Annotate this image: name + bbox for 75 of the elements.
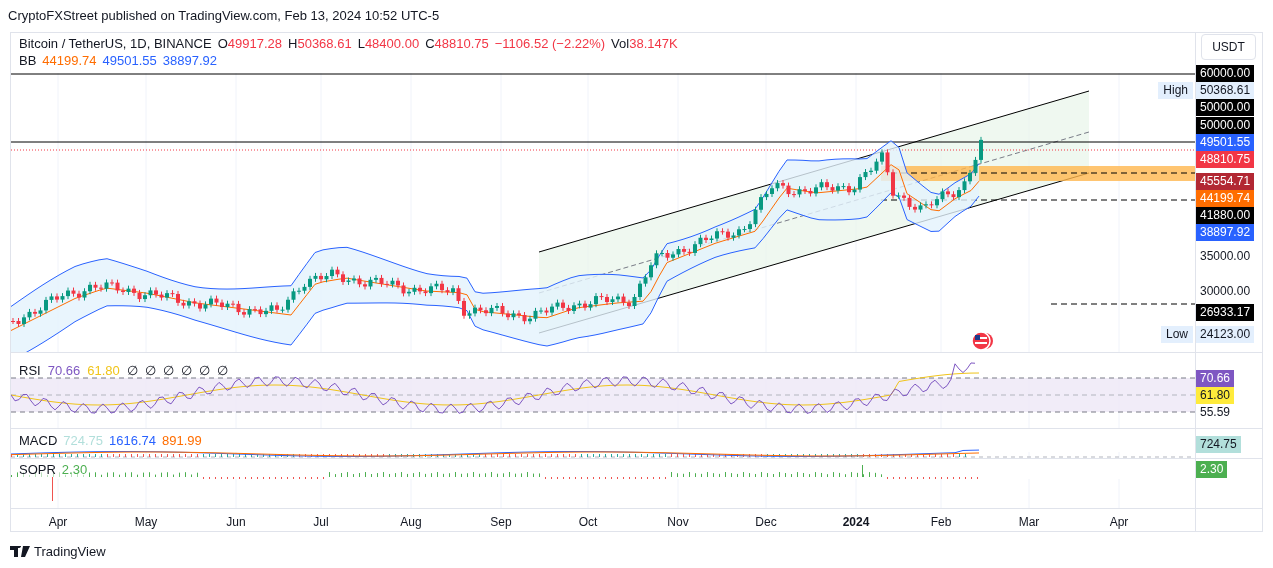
grid-line xyxy=(235,451,237,458)
price-label: 30000.00 xyxy=(1199,283,1252,300)
indicator-value: 724.75 xyxy=(63,433,104,448)
price-label: 50000.00 xyxy=(1196,99,1255,116)
price-label: 24123.00 xyxy=(1196,326,1255,343)
price-label: 44199.74 xyxy=(1196,190,1255,207)
time-axis-label: Feb xyxy=(930,514,952,531)
marker-label: High xyxy=(1158,82,1193,99)
empty-value: ∅ xyxy=(144,362,156,380)
brand-name: TradingView xyxy=(34,543,106,561)
time-axis-label: 2024 xyxy=(842,514,870,531)
indicator-value: 1616.74 xyxy=(109,433,157,448)
price-change: −1106.52 (−2.22%) xyxy=(494,35,606,52)
time-axis-label: Aug xyxy=(400,514,422,531)
ohlc-value: H50368.61 xyxy=(288,35,352,52)
price-label: 48810.75 xyxy=(1196,151,1255,168)
indicator-value: 70.66 xyxy=(47,362,81,380)
empty-value: ∅ xyxy=(198,362,210,380)
indicator-value: 2.30 xyxy=(61,462,88,477)
price-label: 55.59 xyxy=(1199,404,1232,421)
ohlc-value: O49917.28 xyxy=(217,35,283,52)
flag-icon xyxy=(971,331,993,351)
grid-line xyxy=(677,451,679,458)
price-label: 50368.61 xyxy=(1196,82,1255,99)
ohlc-value: L48400.00 xyxy=(357,35,420,52)
price-label: 38897.92 xyxy=(1196,224,1255,241)
time-axis-label: Sep xyxy=(490,514,512,531)
logo-icon xyxy=(10,546,30,558)
price-label: 724.75 xyxy=(1196,436,1241,453)
time-axis-label: Dec xyxy=(755,514,777,531)
price-label: 60000.00 xyxy=(1196,65,1255,82)
time-axis-label: Nov xyxy=(667,514,689,531)
price-label: 2.30 xyxy=(1196,461,1228,478)
time-axis-label: Oct xyxy=(578,514,598,531)
symbol-title: Bitcoin / TetherUS, 1D, BINANCE xyxy=(19,35,212,52)
publish-caption: CryptoFXStreet published on TradingView.com, Feb 13, 2024 10:52 UTC-5 xyxy=(7,7,441,25)
grid-line xyxy=(410,451,412,458)
price-label: 45554.71 xyxy=(1196,173,1255,190)
price-label: 70.66 xyxy=(1196,370,1235,387)
indicator-value: 49501.55 xyxy=(102,52,157,69)
grid-line xyxy=(587,451,589,458)
indicator-value: 61.80 xyxy=(87,362,120,380)
ohlc-value: C48810.75 xyxy=(425,35,489,52)
time-axis-label: Jul xyxy=(313,514,329,531)
marker-label: Low xyxy=(1161,326,1193,343)
grid-line xyxy=(145,451,147,458)
price-label: 49501.55 xyxy=(1196,134,1255,151)
currency-button[interactable]: USDT xyxy=(1201,34,1256,60)
time-axis-label: Mar xyxy=(1018,514,1040,531)
indicator-name: BB xyxy=(19,52,37,69)
grid-line xyxy=(500,451,502,458)
time-axis-label: Apr xyxy=(1109,514,1129,531)
empty-value: ∅ xyxy=(180,362,192,380)
price-label: 61.80 xyxy=(1196,387,1235,404)
indicator-value: 891.99 xyxy=(162,433,202,448)
price-label: 41880.00 xyxy=(1196,207,1255,224)
volume-value: Vol38.147K xyxy=(611,35,678,52)
price-label: 50000.00 xyxy=(1196,117,1255,134)
indicator-name: RSI xyxy=(19,362,41,380)
time-axis-label: Apr xyxy=(48,514,68,531)
empty-value: ∅ xyxy=(126,362,138,380)
empty-value: ∅ xyxy=(162,362,174,380)
grid-line xyxy=(320,451,322,458)
grid-line xyxy=(57,451,59,458)
indicator-value: 38897.92 xyxy=(162,52,218,69)
indicator-value: 44199.74 xyxy=(42,52,97,69)
empty-value: ∅ xyxy=(216,362,228,380)
price-label: 26933.17 xyxy=(1196,304,1255,321)
price-label: 35000.00 xyxy=(1199,248,1252,265)
indicator-name: SOPR xyxy=(19,462,56,477)
indicator-name: MACD xyxy=(19,433,58,448)
grid-line xyxy=(855,451,857,458)
time-axis-label: Jun xyxy=(226,514,246,531)
time-axis-label: May xyxy=(134,514,158,531)
grid-line xyxy=(765,451,767,458)
